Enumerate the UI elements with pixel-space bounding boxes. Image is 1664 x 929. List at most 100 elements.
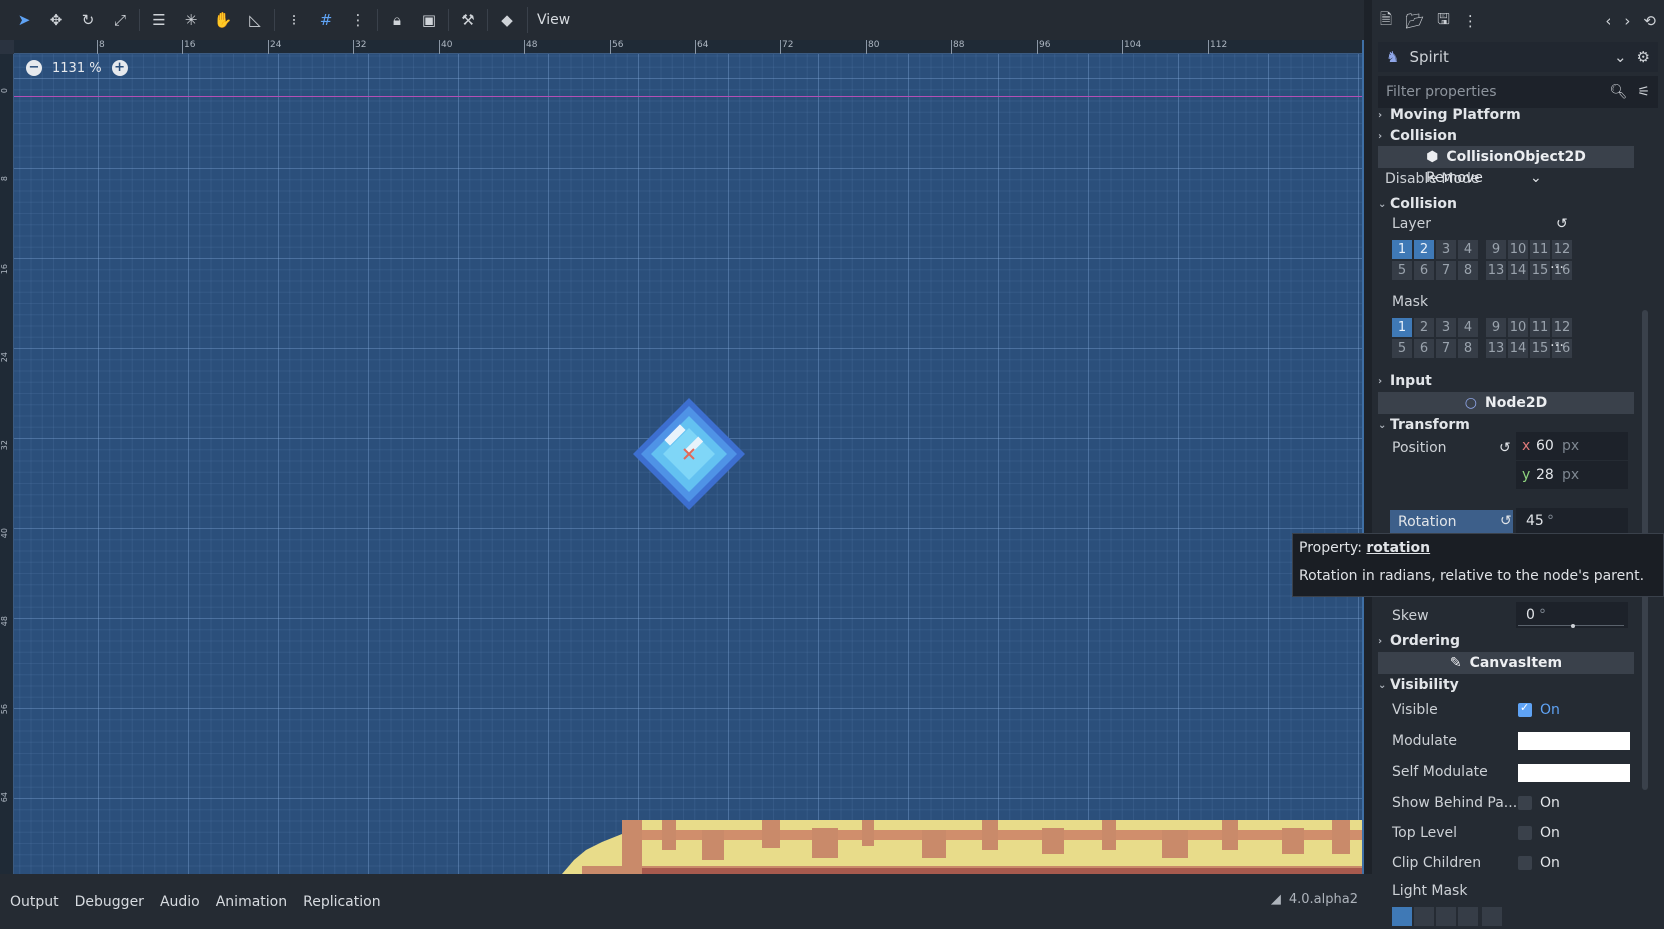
mask-bit-15[interactable]: 15 (1530, 339, 1550, 358)
bit-group-gap (1480, 339, 1484, 358)
rotation-field[interactable]: 45 ° (1516, 508, 1628, 534)
select-mode-icon[interactable]: ➤ (8, 4, 40, 36)
tab-output[interactable]: Output (10, 894, 59, 910)
mask-bit-13[interactable]: 13 (1486, 339, 1506, 358)
mask-bit-7[interactable]: 7 (1436, 339, 1456, 358)
layer-bit-grid: 1 2 3 4 9 10 11 12 5 6 7 8 13 14 15 16 (1392, 240, 1572, 280)
more-layers-icon[interactable]: … (1550, 256, 1564, 272)
camera-override-icon[interactable]: ◆ (491, 4, 523, 36)
object-properties-icon[interactable]: ⚙ (1637, 48, 1650, 66)
tab-audio[interactable]: Audio (160, 894, 200, 910)
disable-mode-dropdown[interactable]: Remove (1426, 166, 1544, 190)
zoom-in-icon[interactable]: + (111, 60, 128, 76)
tab-replication[interactable]: Replication (303, 894, 380, 910)
top-level-checkbox[interactable] (1518, 826, 1532, 840)
section-visibility[interactable]: ⌄ Visibility (1378, 674, 1640, 696)
mask-bit-6[interactable]: 6 (1414, 339, 1434, 358)
tune-icon[interactable]: ⚟ (1637, 84, 1650, 100)
layer-bit-5[interactable]: 5 (1392, 261, 1412, 280)
tab-debugger[interactable]: Debugger (75, 894, 144, 910)
rotation-label-highlight: Rotation ↺ (1390, 510, 1513, 534)
layer-bit-9[interactable]: 9 (1486, 240, 1506, 259)
zoom-level[interactable]: 1131 % (52, 61, 102, 76)
node-selector[interactable]: ♞ Spirit ⌄ ⚙ (1378, 42, 1658, 72)
more-masks-icon[interactable]: … (1550, 334, 1564, 350)
show-behind-parent-checkbox[interactable] (1518, 796, 1532, 810)
mask-bit-14[interactable]: 14 (1508, 339, 1528, 358)
spirit-sprite[interactable] (633, 398, 745, 510)
skew-slider-handle[interactable] (1571, 624, 1575, 628)
mask-bit-9[interactable]: 9 (1486, 318, 1506, 337)
canvas-viewport[interactable]: 8 16 24 32 40 48 56 64 72 80 88 96 104 1… (0, 40, 1364, 874)
lock-icon[interactable]: 🔒︎ (381, 4, 413, 36)
history-list-icon[interactable]: ⟲ (1643, 12, 1656, 30)
layer-bit-13[interactable]: 13 (1486, 261, 1506, 280)
light-mask-label: Light Mask (1392, 883, 1468, 899)
mask-bit-11[interactable]: 11 (1530, 318, 1550, 337)
layer-bit-14[interactable]: 14 (1508, 261, 1528, 280)
visible-checkbox[interactable]: ✓ (1518, 701, 1532, 717)
section-input[interactable]: › Input (1378, 370, 1640, 392)
bit-group-gap (1480, 261, 1484, 280)
clip-children-checkbox[interactable] (1518, 856, 1532, 870)
save-icon[interactable]: 🖫 (1437, 9, 1450, 34)
mask-bit-3[interactable]: 3 (1436, 318, 1456, 337)
rotate-mode-icon[interactable]: ↻ (72, 4, 104, 36)
group-icon[interactable]: ▣ (413, 4, 445, 36)
smart-snap-icon[interactable]: ⁝ (278, 4, 310, 36)
section-collision[interactable]: ⌄ Collision (1378, 193, 1640, 215)
ground-tilemap[interactable] (562, 820, 1364, 874)
revert-icon[interactable]: ↺ (1499, 440, 1511, 456)
skew-field[interactable]: 0 ° (1516, 602, 1628, 628)
mask-bit-5[interactable]: 5 (1392, 339, 1412, 358)
layer-bit-11[interactable]: 11 (1530, 240, 1550, 259)
grid-snap-icon[interactable]: # (310, 4, 342, 36)
layer-label: Layer (1392, 216, 1432, 232)
filter-input[interactable]: Filter properties (1386, 84, 1600, 100)
history-forward-icon[interactable]: › (1624, 12, 1630, 30)
list-select-icon[interactable]: ☰ (143, 4, 175, 36)
mask-bit-2[interactable]: 2 (1414, 318, 1434, 337)
mask-bit-1[interactable]: 1 (1392, 318, 1412, 337)
pivot-mode-icon[interactable]: ✳ (175, 4, 207, 36)
ruler-mode-icon[interactable]: ◺ (239, 4, 271, 36)
zoom-out-icon[interactable]: − (26, 60, 42, 76)
layer-bit-6[interactable]: 6 (1414, 261, 1434, 280)
view-menu-button[interactable]: View (527, 7, 579, 33)
section-moving-platform[interactable]: › Moving Platform (1378, 104, 1640, 126)
light-mask-bit-grid[interactable] (1392, 907, 1502, 929)
history-back-icon[interactable]: ‹ (1605, 12, 1611, 30)
section-ordering[interactable]: › Ordering (1378, 630, 1640, 652)
layer-bit-1[interactable]: 1 (1392, 240, 1412, 259)
revert-icon[interactable]: ↺ (1500, 513, 1512, 529)
pan-mode-icon[interactable]: ✋ (207, 4, 239, 36)
mask-bit-4[interactable]: 4 (1458, 318, 1478, 337)
class-label: Node2D (1485, 395, 1548, 411)
move-mode-icon[interactable]: ✥ (40, 4, 72, 36)
layer-bit-3[interactable]: 3 (1436, 240, 1456, 259)
new-resource-icon[interactable]: 🗎 (1380, 9, 1392, 34)
layer-bit-7[interactable]: 7 (1436, 261, 1456, 280)
self-modulate-color-swatch[interactable] (1518, 764, 1630, 782)
more-options-icon[interactable]: ⋮ (1463, 12, 1478, 30)
mask-bit-10[interactable]: 10 (1508, 318, 1528, 337)
skew-label: Skew (1392, 608, 1429, 624)
open-folder-icon[interactable]: 📂︎ (1405, 12, 1424, 30)
mask-bit-8[interactable]: 8 (1458, 339, 1478, 358)
layer-bit-8[interactable]: 8 (1458, 261, 1478, 280)
revert-icon[interactable]: ↺ (1556, 216, 1568, 232)
position-y-field[interactable]: y 28 px (1516, 461, 1628, 489)
node-name: Spirit (1409, 48, 1449, 66)
position-x-field[interactable]: x 60 px (1516, 432, 1628, 460)
scale-mode-icon[interactable]: ⤢ (104, 4, 136, 36)
tab-animation[interactable]: Animation (216, 894, 287, 910)
layer-bit-15[interactable]: 15 (1530, 261, 1550, 280)
section-collision-body[interactable]: › Collision (1378, 125, 1640, 147)
layer-bit-10[interactable]: 10 (1508, 240, 1528, 259)
snap-options-icon[interactable]: ⋮ (342, 4, 374, 36)
layer-bit-4[interactable]: 4 (1458, 240, 1478, 259)
modulate-color-swatch[interactable] (1518, 732, 1630, 750)
position-y-value: 28 (1536, 467, 1554, 483)
layer-bit-2[interactable]: 2 (1414, 240, 1434, 259)
skeleton-bone-icon[interactable]: ⚒ (452, 4, 484, 36)
